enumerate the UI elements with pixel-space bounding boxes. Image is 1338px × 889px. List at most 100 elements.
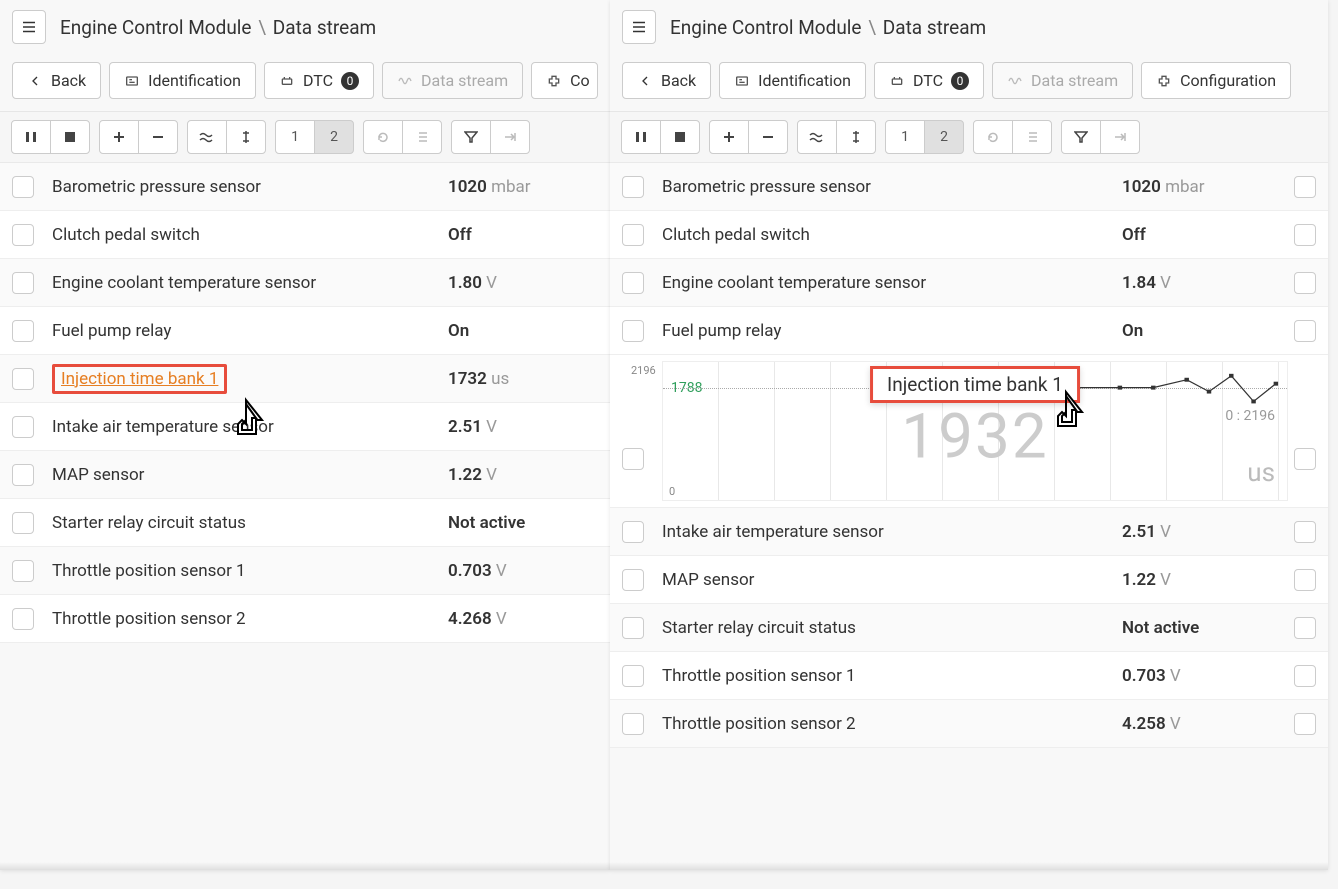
back-button[interactable]: Back: [12, 62, 101, 99]
menu-button[interactable]: [12, 10, 46, 44]
next-button[interactable]: [1100, 120, 1140, 154]
col2-button[interactable]: 2: [924, 120, 964, 154]
stop-button[interactable]: [660, 120, 700, 154]
col2-button[interactable]: 2: [314, 120, 354, 154]
data-row[interactable]: Throttle position sensor 10.703 V: [0, 547, 610, 595]
data-row[interactable]: Fuel pump relayOn: [0, 307, 610, 355]
row-checkbox-end[interactable]: [1294, 617, 1316, 639]
breadcrumb: Engine Control Module \ Data stream: [60, 16, 376, 39]
scale-button[interactable]: [226, 120, 266, 154]
row-name: Barometric pressure sensor: [662, 177, 1122, 197]
row-checkbox-end[interactable]: [1294, 272, 1316, 294]
row-checkbox-end[interactable]: [1294, 521, 1316, 543]
pause-button[interactable]: [621, 120, 661, 154]
data-row[interactable]: Injection time bank 11732 us: [0, 355, 610, 403]
row-checkbox[interactable]: [12, 272, 34, 294]
tab-dtc[interactable]: DTC 0: [264, 62, 374, 99]
filter-button[interactable]: [451, 120, 491, 154]
dtc-count-badge: 0: [341, 72, 359, 90]
row-value: 1020 mbar: [1122, 177, 1282, 197]
tab-datastream[interactable]: Data stream: [382, 62, 523, 99]
minus-button[interactable]: [138, 120, 178, 154]
breadcrumb-module: Engine Control Module: [670, 16, 862, 39]
tab-configuration-truncated[interactable]: Co: [531, 62, 598, 99]
data-row[interactable]: Starter relay circuit statusNot active: [610, 604, 1328, 652]
tab-dtc[interactable]: DTC 0: [874, 62, 984, 99]
row-checkbox[interactable]: [12, 464, 34, 486]
row-checkbox[interactable]: [622, 665, 644, 687]
stop-button[interactable]: [50, 120, 90, 154]
data-row[interactable]: Barometric pressure sensor1020 mbar: [0, 163, 610, 211]
plus-button[interactable]: [709, 120, 749, 154]
plus-button[interactable]: [99, 120, 139, 154]
row-checkbox-end[interactable]: [1294, 448, 1316, 470]
row-checkbox-end[interactable]: [1294, 665, 1316, 687]
toolbar: 1 2: [0, 112, 610, 163]
row-checkbox[interactable]: [12, 320, 34, 342]
row-checkbox-end[interactable]: [1294, 320, 1316, 342]
row-checkbox[interactable]: [622, 224, 644, 246]
col1-button[interactable]: 1: [275, 120, 315, 154]
tab-datastream[interactable]: Data stream: [992, 62, 1133, 99]
data-row[interactable]: Clutch pedal switchOff: [610, 211, 1328, 259]
row-checkbox-end[interactable]: [1294, 713, 1316, 735]
data-row[interactable]: Clutch pedal switchOff: [0, 211, 610, 259]
row-name: MAP sensor: [52, 465, 448, 485]
refresh-button[interactable]: [363, 120, 403, 154]
data-row[interactable]: Starter relay circuit statusNot active: [0, 499, 610, 547]
data-row[interactable]: Engine coolant temperature sensor1.84 V: [610, 259, 1328, 307]
data-row[interactable]: Intake air temperature sensor2.51 V: [0, 403, 610, 451]
menu-button[interactable]: [622, 10, 656, 44]
row-name: Engine coolant temperature sensor: [662, 273, 1122, 293]
tab-identification[interactable]: Identification: [719, 62, 866, 99]
data-row[interactable]: Throttle position sensor 10.703 V: [610, 652, 1328, 700]
row-checkbox[interactable]: [622, 320, 644, 342]
minus-button[interactable]: [748, 120, 788, 154]
row-checkbox[interactable]: [622, 713, 644, 735]
row-checkbox[interactable]: [12, 608, 34, 630]
row-checkbox[interactable]: [12, 416, 34, 438]
row-checkbox[interactable]: [12, 224, 34, 246]
data-row[interactable]: Intake air temperature sensor2.51 V: [610, 508, 1328, 556]
chart-area[interactable]: 2196 1788 Injection time bank 1 1932 0 :…: [662, 361, 1288, 501]
next-button[interactable]: [490, 120, 530, 154]
row-checkbox-end[interactable]: [1294, 569, 1316, 591]
row-checkbox[interactable]: [622, 448, 644, 470]
scale-button[interactable]: [836, 120, 876, 154]
back-button[interactable]: Back: [622, 62, 711, 99]
data-row[interactable]: Engine coolant temperature sensor1.80 V: [0, 259, 610, 307]
pause-button[interactable]: [11, 120, 51, 154]
list-button[interactable]: [1012, 120, 1052, 154]
row-name-link[interactable]: Injection time bank 1: [61, 369, 218, 389]
row-checkbox[interactable]: [622, 521, 644, 543]
row-checkbox[interactable]: [622, 569, 644, 591]
datastream-label: Data stream: [421, 71, 508, 90]
col1-button[interactable]: 1: [885, 120, 925, 154]
row-name: Starter relay circuit status: [52, 513, 448, 533]
row-checkbox[interactable]: [12, 368, 34, 390]
row-checkbox-end[interactable]: [1294, 176, 1316, 198]
lines-button[interactable]: [797, 120, 837, 154]
data-row[interactable]: Throttle position sensor 24.258 V: [610, 700, 1328, 748]
refresh-button[interactable]: [973, 120, 1013, 154]
data-row[interactable]: Throttle position sensor 24.268 V: [0, 595, 610, 643]
row-checkbox-end[interactable]: [1294, 224, 1316, 246]
filter-button[interactable]: [1061, 120, 1101, 154]
row-checkbox[interactable]: [622, 176, 644, 198]
tab-identification[interactable]: Identification: [109, 62, 256, 99]
row-checkbox[interactable]: [622, 617, 644, 639]
list-button[interactable]: [402, 120, 442, 154]
data-row[interactable]: MAP sensor1.22 V: [0, 451, 610, 499]
lines-button[interactable]: [187, 120, 227, 154]
tab-configuration[interactable]: Configuration: [1141, 62, 1291, 99]
chart-row-injection-time: 2196 1788 Injection time bank 1 1932 0 :…: [610, 355, 1328, 508]
data-row[interactable]: Barometric pressure sensor1020 mbar: [610, 163, 1328, 211]
data-row[interactable]: Fuel pump relayOn: [610, 307, 1328, 355]
puzzle-icon: [1156, 73, 1172, 89]
data-row[interactable]: MAP sensor1.22 V: [610, 556, 1328, 604]
row-checkbox[interactable]: [12, 512, 34, 534]
id-icon: [734, 73, 750, 89]
row-checkbox[interactable]: [12, 176, 34, 198]
row-checkbox[interactable]: [12, 560, 34, 582]
row-checkbox[interactable]: [622, 272, 644, 294]
